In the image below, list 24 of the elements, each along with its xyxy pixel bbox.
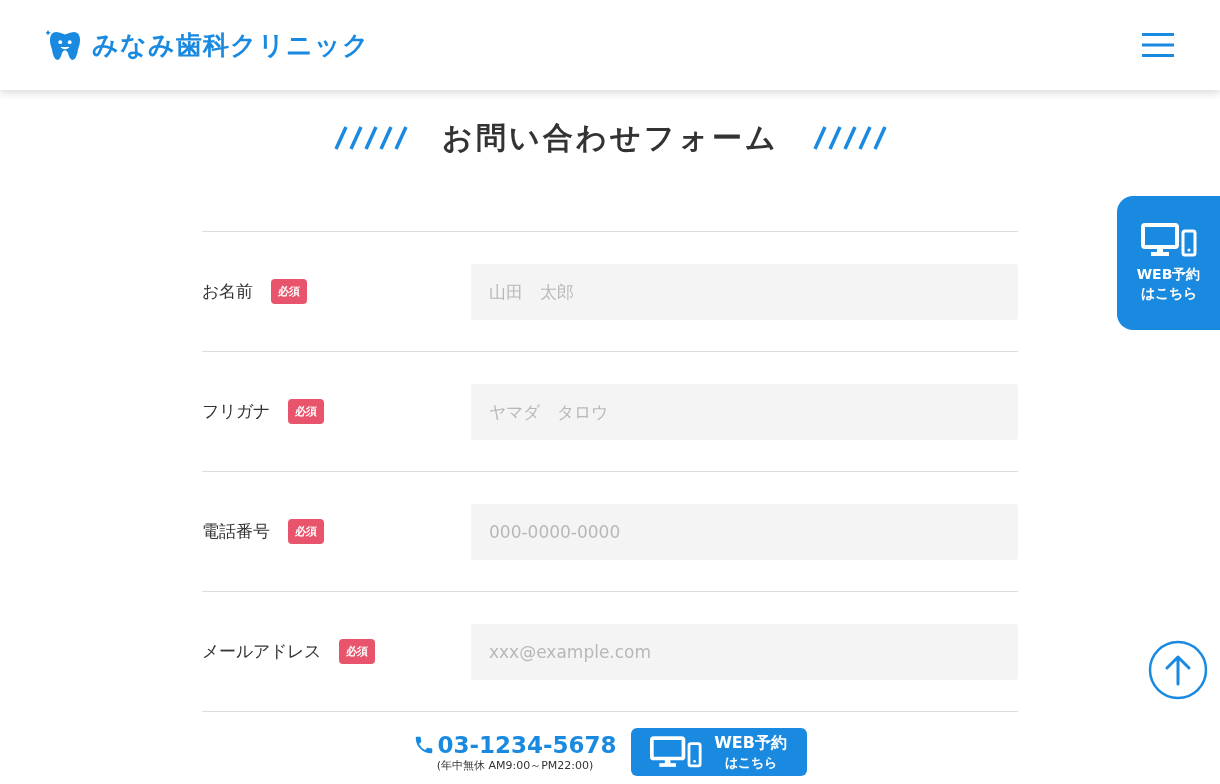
business-hours: (年中無休 AM9:00～PM22:00)	[436, 757, 594, 773]
input-field[interactable]: xxx@example.com	[471, 623, 1018, 680]
web-reservation-button[interactable]: WEB予約 はこちら	[630, 728, 807, 776]
required-badge: 必須	[288, 519, 324, 544]
devices-icon	[650, 736, 703, 768]
slash-decoration-icon	[333, 126, 408, 150]
required-badge: 必須	[288, 399, 324, 424]
required-badge: 必須	[339, 639, 375, 664]
input-field[interactable]: 000-0000-0000	[471, 503, 1018, 560]
field-label: フリガナ	[202, 400, 270, 423]
devices-icon	[1140, 223, 1197, 258]
scroll-to-top-button[interactable]	[1148, 640, 1208, 700]
phone-number-link[interactable]: 03-1234-5678	[437, 731, 617, 758]
field-label: 電話番号	[202, 520, 270, 543]
slash-decoration-icon	[812, 126, 887, 150]
input-field[interactable]: ヤマダ タロウ	[471, 383, 1018, 440]
field-label: メールアドレス	[202, 640, 321, 663]
input-field[interactable]: 山田 太郎	[471, 263, 1018, 320]
required-badge: 必須	[271, 279, 307, 304]
clinic-logo-text[interactable]: みなみ歯科クリニック	[92, 27, 370, 63]
field-label: お名前	[202, 280, 253, 303]
web-reservation-button[interactable]: WEB予約 はこちら	[1117, 196, 1220, 330]
page-title: お問い合わせフォーム	[441, 118, 779, 157]
menu-icon[interactable]	[1142, 33, 1174, 57]
